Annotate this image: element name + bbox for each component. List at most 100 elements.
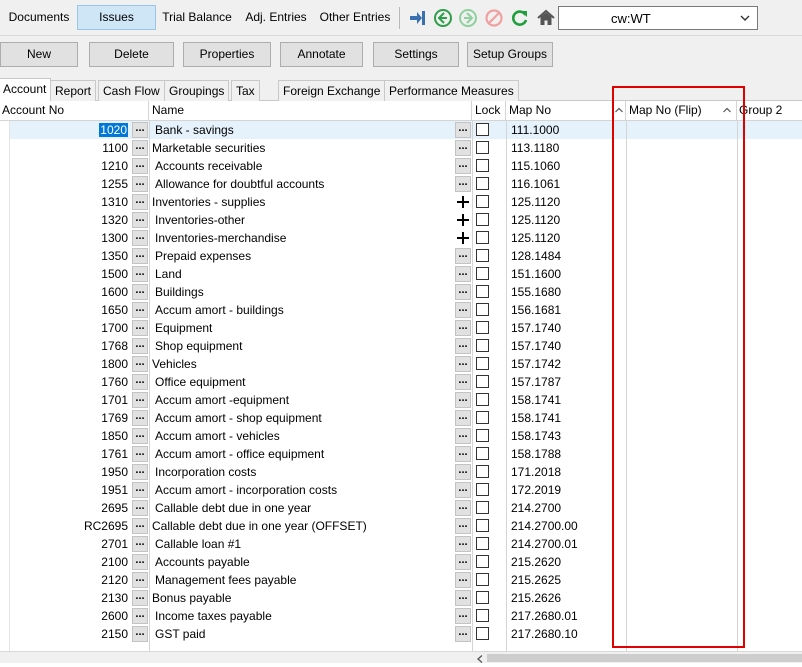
horizontal-scrollbar[interactable] xyxy=(0,651,802,663)
name-cell[interactable]: Bank - savings xyxy=(151,121,451,139)
table-row[interactable]: RC2695... Callable debt due in one year (… xyxy=(0,517,802,535)
map-no-cell[interactable]: 157.1740 xyxy=(508,337,608,355)
name-cell[interactable]: Accum amort -equipment xyxy=(151,391,451,409)
lock-checkbox[interactable] xyxy=(476,555,489,568)
account-lookup-button[interactable]: ... xyxy=(132,212,148,228)
scrollbar-thumb[interactable] xyxy=(487,654,802,662)
lock-checkbox[interactable] xyxy=(476,249,489,262)
account-no-cell[interactable]: 1320 xyxy=(10,211,130,229)
lock-checkbox[interactable] xyxy=(476,213,489,226)
settings-button[interactable]: Settings xyxy=(373,42,459,67)
lock-checkbox[interactable] xyxy=(476,447,489,460)
account-lookup-button[interactable]: ... xyxy=(132,608,148,624)
table-row[interactable]: 2600... Income taxes payable... 217.2680.0… xyxy=(0,607,802,625)
account-no-cell[interactable]: RC2695 xyxy=(10,517,130,535)
table-row[interactable]: 1951... Accum amort - incorporation costs… xyxy=(0,481,802,499)
map-no-cell[interactable]: 158.1741 xyxy=(508,409,608,427)
plus-icon[interactable] xyxy=(455,194,471,210)
account-no-cell[interactable]: 1761 xyxy=(10,445,130,463)
name-cell[interactable]: Accum amort - office equipment xyxy=(151,445,451,463)
plus-icon[interactable] xyxy=(455,212,471,228)
column-header-map-no[interactable]: Map No xyxy=(506,101,626,121)
lock-checkbox[interactable] xyxy=(476,483,489,496)
table-row[interactable]: 1769... Accum amort - shop equipment... 15… xyxy=(0,409,802,427)
account-no-cell[interactable]: 1310 xyxy=(10,193,130,211)
account-no-cell[interactable]: 1760 xyxy=(10,373,130,391)
account-lookup-button[interactable]: ... xyxy=(132,302,148,318)
name-cell[interactable]: GST paid xyxy=(151,625,451,643)
name-lookup-button[interactable]: ... xyxy=(455,608,471,624)
map-no-cell[interactable]: 125.1120 xyxy=(508,211,608,229)
name-lookup-button[interactable]: ... xyxy=(455,626,471,642)
name-lookup-button[interactable]: ... xyxy=(455,122,471,138)
table-row[interactable]: 1768... Shop equipment... 157.1740 xyxy=(0,337,802,355)
name-lookup-button[interactable]: ... xyxy=(455,248,471,264)
name-lookup-button[interactable]: ... xyxy=(455,320,471,336)
account-lookup-button[interactable]: ... xyxy=(132,356,148,372)
map-no-cell[interactable]: 151.1600 xyxy=(508,265,608,283)
map-no-cell[interactable]: 111.1000 xyxy=(508,121,608,139)
account-lookup-button[interactable]: ... xyxy=(132,248,148,264)
map-no-cell[interactable]: 215.2626 xyxy=(508,589,608,607)
account-lookup-button[interactable]: ... xyxy=(132,194,148,210)
lock-checkbox[interactable] xyxy=(476,573,489,586)
account-no-cell[interactable]: 1800 xyxy=(10,355,130,373)
table-row[interactable]: 1500... Land... 151.1600 xyxy=(0,265,802,283)
map-no-cell[interactable]: 215.2625 xyxy=(508,571,608,589)
plus-icon[interactable] xyxy=(455,230,471,246)
name-cell[interactable]: Allowance for doubtful accounts xyxy=(151,175,451,193)
name-cell[interactable]: Accounts payable xyxy=(151,553,451,571)
column-header-lock[interactable]: Lock xyxy=(472,101,506,121)
map-no-cell[interactable]: 171.2018 xyxy=(508,463,608,481)
lock-checkbox[interactable] xyxy=(476,123,489,136)
tab-groupings[interactable]: Groupings xyxy=(164,80,230,101)
name-lookup-button[interactable]: ... xyxy=(455,554,471,570)
lock-checkbox[interactable] xyxy=(476,303,489,316)
lock-checkbox[interactable] xyxy=(476,141,489,154)
account-lookup-button[interactable]: ... xyxy=(132,410,148,426)
map-no-cell[interactable]: 214.2700.00 xyxy=(508,517,608,535)
nav-tab-adj-entries[interactable]: Adj. Entries xyxy=(241,5,311,30)
account-no-cell[interactable]: 1950 xyxy=(10,463,130,481)
nav-tab-other-entries[interactable]: Other Entries xyxy=(317,5,393,30)
account-lookup-button[interactable]: ... xyxy=(132,140,148,156)
lock-checkbox[interactable] xyxy=(476,195,489,208)
name-lookup-button[interactable]: ... xyxy=(455,500,471,516)
lock-checkbox[interactable] xyxy=(476,609,489,622)
lock-checkbox[interactable] xyxy=(476,411,489,424)
account-lookup-button[interactable]: ... xyxy=(132,428,148,444)
nav-tab-issues[interactable]: Issues xyxy=(77,5,156,30)
table-row[interactable]: 1255... Allowance for doubtful accounts..… xyxy=(0,175,802,193)
lock-checkbox[interactable] xyxy=(476,285,489,298)
account-lookup-button[interactable]: ... xyxy=(132,320,148,336)
home-icon[interactable] xyxy=(536,8,556,28)
account-lookup-button[interactable]: ... xyxy=(132,536,148,552)
account-no-cell[interactable]: 1500 xyxy=(10,265,130,283)
lock-checkbox[interactable] xyxy=(476,465,489,478)
name-cell[interactable]: Bonus payable xyxy=(151,589,451,607)
account-no-cell[interactable]: 1020 xyxy=(10,121,130,139)
column-header-name[interactable]: Name xyxy=(149,101,472,121)
map-no-cell[interactable]: 215.2620 xyxy=(508,553,608,571)
map-no-cell[interactable]: 125.1120 xyxy=(508,193,608,211)
nav-tab-documents[interactable]: Documents xyxy=(4,5,74,30)
name-lookup-button[interactable]: ... xyxy=(455,482,471,498)
table-row[interactable]: 1210... Accounts receivable... 115.1060 xyxy=(0,157,802,175)
name-cell[interactable]: Inventories-other xyxy=(151,211,451,229)
lock-checkbox[interactable] xyxy=(476,591,489,604)
setup-groups-button[interactable]: Setup Groups xyxy=(467,42,553,67)
name-cell[interactable]: Office equipment xyxy=(151,373,451,391)
name-cell[interactable]: Accounts receivable xyxy=(151,157,451,175)
name-cell[interactable]: Accum amort - vehicles xyxy=(151,427,451,445)
account-no-cell[interactable]: 1951 xyxy=(10,481,130,499)
name-cell[interactable]: Management fees payable xyxy=(151,571,451,589)
name-lookup-button[interactable]: ... xyxy=(455,338,471,354)
account-lookup-button[interactable]: ... xyxy=(132,338,148,354)
new-button[interactable]: New xyxy=(0,42,78,67)
tab-foreign-exchange[interactable]: Foreign Exchange xyxy=(278,80,386,101)
name-cell[interactable]: Callable debt due in one year (OFFSET) xyxy=(151,517,451,535)
account-lookup-button[interactable]: ... xyxy=(132,572,148,588)
map-no-cell[interactable]: 158.1788 xyxy=(508,445,608,463)
account-lookup-button[interactable]: ... xyxy=(132,518,148,534)
name-lookup-button[interactable]: ... xyxy=(455,518,471,534)
